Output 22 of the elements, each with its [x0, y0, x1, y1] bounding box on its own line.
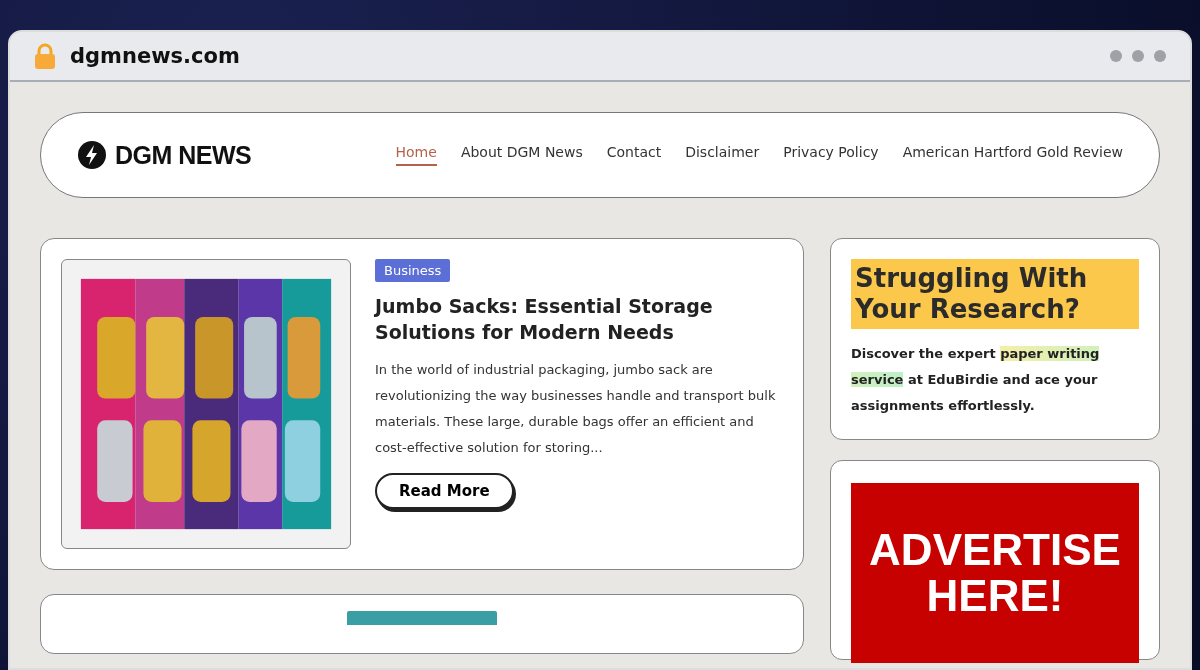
ad-text: HERE!: [926, 573, 1064, 620]
nav-link[interactable]: Contact: [606, 144, 662, 166]
lightning-logo-icon: [77, 140, 107, 170]
site-logo[interactable]: DGM NEWS: [115, 140, 252, 170]
post-excerpt: In the world of industrial packaging, jumbo sack are revolutionizing the way businesses handle and transport bulk materials. These large, durable bags offer an efficient and cost-effective solution for storing...: [375, 361, 777, 458]
window-control-icon[interactable]: [1110, 50, 1122, 62]
promo-heading: Struggling With Your Research?: [851, 259, 1139, 330]
read-more-button[interactable]: Read More: [375, 473, 514, 510]
nav-link[interactable]: Privacy Policy: [783, 144, 879, 166]
ad-text: ADVERTISE: [869, 527, 1121, 574]
nav-link[interactable]: About DGM News: [460, 144, 583, 166]
lock-icon: [34, 43, 56, 69]
post-title[interactable]: Jumbo Sacks: Essential Storage Solutions for Modern Needs: [375, 294, 783, 346]
window-control-icon[interactable]: [1154, 50, 1166, 62]
ad-banner[interactable]: ADVERTISE HERE!: [851, 483, 1139, 664]
promo-text: Discover the expert paper writing service at EduBirdie and ace your assignments effortlessly.: [851, 345, 1101, 416]
nav-link[interactable]: American Hartford Gold Review: [902, 144, 1123, 166]
nav-link[interactable]: Disclaimer: [685, 144, 760, 166]
category-tag[interactable]: Business: [375, 259, 451, 282]
nav-link[interactable]: Home: [395, 144, 437, 166]
address-url[interactable]: dgmnews.com: [70, 44, 240, 68]
window-control-icon[interactable]: [1132, 50, 1144, 62]
